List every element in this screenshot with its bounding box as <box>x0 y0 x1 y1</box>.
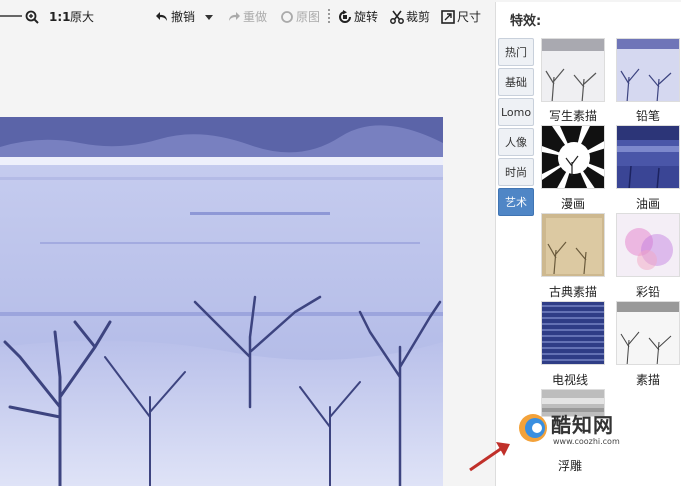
toolbar: 1:1 原大 撤销 重做 原图 旋转 裁剪 尺寸 <box>0 0 490 32</box>
effect-emboss-label: 浮雕 <box>557 459 582 473</box>
effect-sketch-label: 写生素描 <box>548 109 597 123</box>
toolbar-separator <box>328 9 330 23</box>
winter-lake-photo <box>0 117 443 486</box>
crop-label: 裁剪 <box>406 10 431 24</box>
size-label: 尺寸 <box>457 10 482 24</box>
effect-classic-sketch-thumb[interactable] <box>541 213 605 277</box>
effect-plain-sketch-label: 素描 <box>635 373 660 387</box>
tab-hot[interactable]: 热门 <box>498 38 534 66</box>
rotate-label: 旋转 <box>354 10 379 24</box>
pencil-preview <box>617 39 679 101</box>
effect-oil-thumb[interactable] <box>616 125 680 189</box>
effect-tv-lines-thumb[interactable] <box>541 301 605 365</box>
classic-sketch-preview <box>542 214 604 276</box>
actual-size-label: 原大 <box>70 10 95 24</box>
effect-comic-label: 漫画 <box>560 197 585 211</box>
undo-icon <box>156 11 167 21</box>
watermark-name: 酷知网 <box>551 413 614 437</box>
effect-tv-lines-label: 电视线 <box>551 373 588 387</box>
redo-button[interactable]: 重做 <box>227 8 267 25</box>
original-circle-icon <box>281 10 293 23</box>
crop-button[interactable]: 裁剪 <box>390 8 430 25</box>
effect-category-tabs: 热门 基础 Lomo 人像 时尚 艺术 <box>498 38 536 218</box>
redo-icon <box>229 11 240 21</box>
edited-photo[interactable] <box>0 117 443 486</box>
undo-label: 撤销 <box>171 10 196 24</box>
effect-sketch-thumb[interactable] <box>541 38 605 102</box>
effect-color-pencil-thumb[interactable] <box>616 213 680 277</box>
oil-preview <box>617 126 679 188</box>
undo-dropdown[interactable] <box>204 8 216 25</box>
tab-fashion[interactable]: 时尚 <box>498 158 534 186</box>
tab-art[interactable]: 艺术 <box>498 188 534 216</box>
ratio-label: 1:1 <box>49 9 71 24</box>
size-button[interactable]: 尺寸 <box>441 8 481 25</box>
watermark-url: www.coozhi.com <box>553 437 620 446</box>
effect-comic-thumb[interactable] <box>541 125 605 189</box>
sketch-preview <box>542 39 604 101</box>
effect-oil-label: 油画 <box>635 197 660 211</box>
tab-basic[interactable]: 基础 <box>498 68 534 96</box>
ratio-1-1-button[interactable]: 1:1 <box>49 8 71 25</box>
panel-title: 特效: <box>510 14 542 29</box>
scissors-icon <box>390 10 404 24</box>
zoom-slider[interactable] <box>0 15 22 17</box>
tv-lines-preview <box>542 302 604 364</box>
color-pencil-preview <box>617 214 679 276</box>
chevron-down-icon <box>205 14 213 20</box>
tab-lomo[interactable]: Lomo <box>498 98 534 126</box>
rotate-button[interactable]: 旋转 <box>338 8 378 25</box>
pointer-arrow-icon <box>469 442 510 472</box>
effect-pencil-thumb[interactable] <box>616 38 680 102</box>
effect-pencil-label: 铅笔 <box>635 109 660 123</box>
comic-preview <box>542 126 604 188</box>
actual-size-button[interactable]: 原大 <box>70 8 94 25</box>
original-button[interactable]: 原图 <box>280 8 320 25</box>
tab-portrait[interactable]: 人像 <box>498 128 534 156</box>
plain-sketch-preview <box>617 302 679 364</box>
zoom-in-button[interactable] <box>25 8 41 25</box>
original-label: 原图 <box>296 10 321 24</box>
effect-plain-sketch-thumb[interactable] <box>616 301 680 365</box>
redo-label: 重做 <box>243 10 268 24</box>
effect-classic-sketch-label: 古典素描 <box>548 285 597 299</box>
effect-color-pencil-label: 彩铅 <box>635 285 660 299</box>
editor-canvas[interactable] <box>0 32 490 486</box>
resize-icon <box>441 9 455 24</box>
zoom-in-icon <box>25 10 39 24</box>
rotate-icon <box>339 9 351 23</box>
undo-button[interactable]: 撤销 <box>155 8 195 25</box>
